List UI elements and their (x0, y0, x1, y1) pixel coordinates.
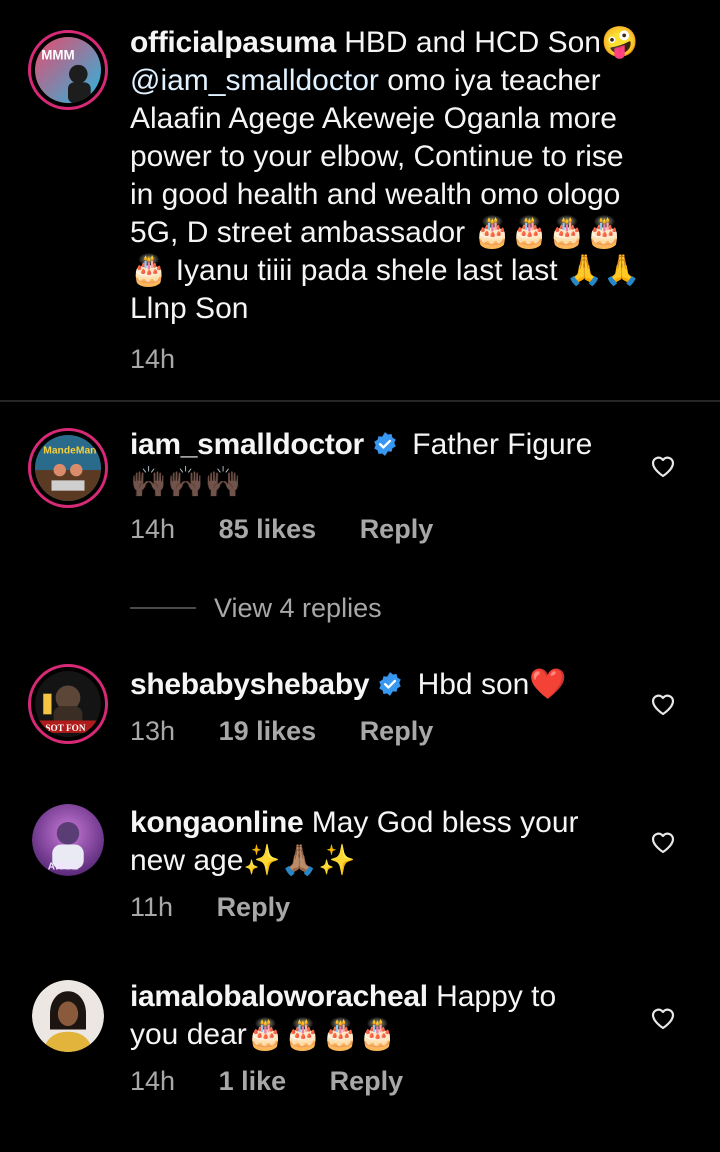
view-replies-button[interactable]: View 4 replies (130, 588, 382, 628)
comment-avatar[interactable]: MandeMan (28, 428, 108, 508)
comment-body: iamalobaloworacheal Happy to you dear🎂🎂🎂… (130, 978, 650, 1098)
caption-meta: 14h (130, 342, 650, 376)
like-heart-icon[interactable] (650, 454, 676, 478)
like-heart-icon[interactable] (650, 1006, 676, 1030)
comment-message: Hbd son❤️ (409, 668, 567, 701)
comment-likes[interactable]: 85 likes (219, 512, 317, 546)
post-caption: MMM officialpasuma HBD and HCD Son🤪 @iam… (0, 0, 720, 400)
caption-text: officialpasuma HBD and HCD Son🤪 @iam_sma… (130, 24, 650, 328)
like-heart-icon[interactable] (650, 830, 676, 854)
verified-badge-icon (377, 671, 403, 697)
comment-text: shebabyshebaby Hbd son❤️ (130, 666, 650, 704)
comment-meta: 11h Reply (130, 890, 650, 924)
comment-avatar[interactable] (32, 980, 104, 1052)
comment-text: iamalobaloworacheal Happy to you dear🎂🎂🎂… (130, 978, 650, 1054)
comment-body: iam_smalldoctor Father Figure 🙌🏿🙌🏿🙌🏿 14h… (130, 426, 650, 546)
svg-text:SOT FON: SOT FON (45, 724, 86, 734)
comment-meta: 14h 1 like Reply (130, 1064, 650, 1098)
comment-username[interactable]: shebabyshebaby (130, 668, 370, 701)
portrait-avatar-icon (32, 980, 104, 1052)
comment-username[interactable]: iamalobaloworacheal (130, 980, 428, 1013)
comment-body: kongaonline May God bless your new age✨🙏… (130, 804, 650, 924)
svg-text:MMM: MMM (41, 48, 74, 63)
caption-text-part: HBD and HCD Son🤪 (335, 26, 639, 59)
awol-avatar-icon: AWOL (32, 804, 104, 876)
mandemon-avatar-icon: MandeMan (35, 435, 101, 501)
caption-text-rest: omo iya teacher Alaafin Agege Akeweje Og… (130, 64, 641, 325)
reply-button[interactable]: Reply (360, 714, 434, 748)
svg-text:AWOL: AWOL (48, 861, 78, 872)
reply-button[interactable]: Reply (360, 512, 434, 546)
comment-avatar[interactable]: SOT FON (28, 664, 108, 744)
view-replies-line (130, 607, 196, 609)
like-heart-icon[interactable] (650, 692, 676, 716)
comment-text: iam_smalldoctor Father Figure 🙌🏿🙌🏿🙌🏿 (130, 426, 650, 502)
comment-time: 14h (130, 1066, 176, 1096)
reply-button[interactable]: Reply (330, 1064, 404, 1098)
caption-divider (0, 400, 720, 402)
comment-username[interactable]: iam_smalldoctor (130, 428, 364, 461)
comment-likes[interactable]: 1 like (219, 1064, 287, 1098)
comment-text: kongaonline May God bless your new age✨🙏… (130, 804, 650, 880)
comment-meta: 14h 85 likes Reply (130, 512, 650, 546)
reply-button[interactable]: Reply (217, 890, 291, 924)
caption-username[interactable]: officialpasuma (130, 26, 336, 59)
caption-author-avatar[interactable]: MMM (28, 30, 108, 110)
caption-time: 14h (130, 344, 176, 374)
verified-badge-icon (372, 431, 398, 457)
view-replies-label: View 4 replies (214, 592, 382, 623)
mmm-logo-avatar-icon: MMM (35, 37, 101, 103)
comment-time: 11h (130, 892, 174, 922)
comment-meta: 13h 19 likes Reply (130, 714, 650, 748)
comment-likes[interactable]: 19 likes (219, 714, 317, 748)
comment-time: 14h (130, 514, 176, 544)
comment-avatar[interactable]: AWOL (32, 804, 104, 876)
comment-username[interactable]: kongaonline (130, 806, 304, 839)
svg-text:MandeMan: MandeMan (43, 446, 96, 457)
caption-body: officialpasuma HBD and HCD Son🤪 @iam_sma… (130, 24, 650, 376)
comment-body: shebabyshebaby Hbd son❤️ 13h 19 likes Re… (130, 666, 650, 748)
sot-fon-avatar-icon: SOT FON (35, 671, 101, 737)
comment-time: 13h (130, 716, 176, 746)
caption-mention-link[interactable]: @iam_smalldoctor (130, 64, 379, 97)
